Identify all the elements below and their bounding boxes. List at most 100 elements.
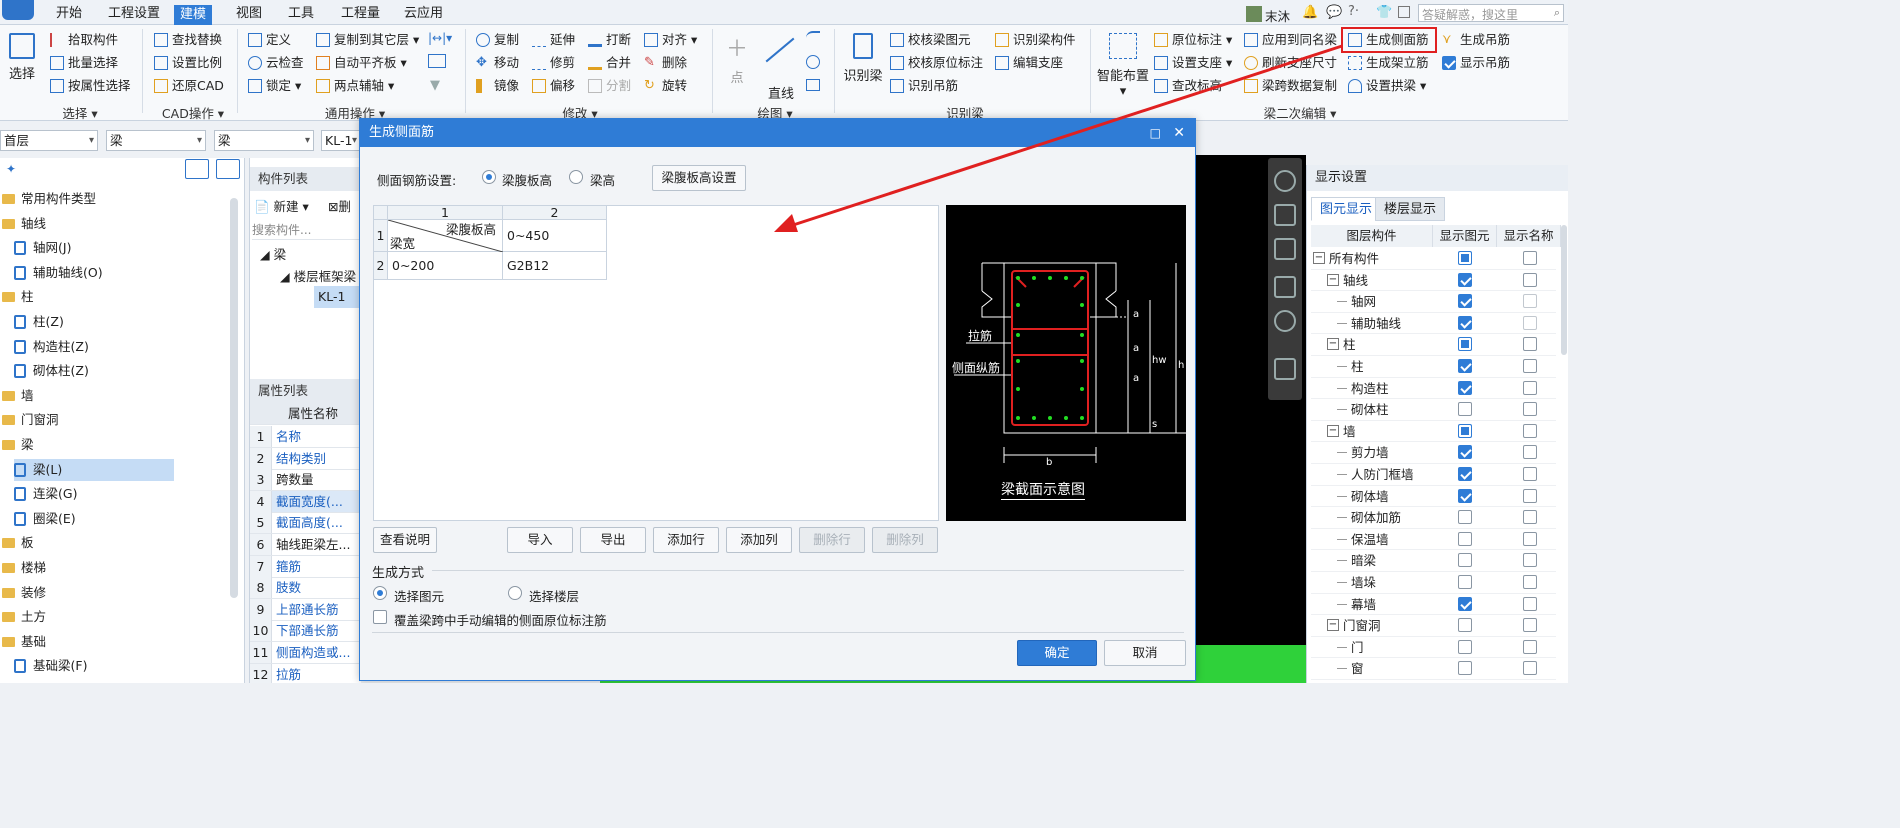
show-name-checkbox[interactable] [1523, 488, 1537, 503]
tree-item[interactable]: 连梁(G) [14, 483, 77, 505]
apply-same-name-beam-button[interactable]: 应用到同名梁 [1242, 29, 1337, 51]
show-element-checkbox[interactable] [1458, 337, 1472, 352]
extend-button[interactable]: 延伸 [530, 29, 575, 51]
restore-cad-button[interactable]: 还原CAD [152, 75, 224, 97]
cloud-check-button[interactable]: 云检查 [246, 52, 304, 74]
smart-layout-button[interactable]: 智能布置 ▾ [1096, 33, 1150, 99]
copy-to-other-floor-button[interactable]: 复制到其它层 ▾ [314, 29, 419, 51]
tree-item[interactable]: 基础梁(F) [14, 655, 87, 677]
tree-node-beam[interactable]: ◢ 梁 [260, 244, 286, 263]
list-view-icon[interactable] [185, 159, 209, 179]
tree-folder[interactable]: 柱 [2, 286, 34, 308]
circle-icon[interactable] [806, 55, 820, 69]
new-component-button[interactable]: 📄 新建 ▾ [254, 196, 309, 215]
show-name-checkbox[interactable] [1523, 531, 1537, 546]
show-element-checkbox[interactable] [1458, 596, 1472, 611]
set-support-button[interactable]: 设置支座 ▾ [1152, 52, 1232, 74]
show-element-checkbox[interactable] [1458, 315, 1472, 330]
tree-folder[interactable]: 板 [2, 532, 34, 554]
property-row[interactable]: 11 侧面构造或... [250, 642, 362, 664]
tree-item[interactable]: 砌体柱(Z) [14, 360, 89, 382]
tree-item[interactable]: 柱(Z) [14, 311, 64, 333]
recognize-beam-component-button[interactable]: 识别梁构件 [993, 29, 1076, 51]
category-selector[interactable]: 梁 [106, 130, 206, 151]
tree-item[interactable]: 辅助轴线(O) [14, 262, 103, 284]
rotate-view-icon[interactable] [1274, 310, 1296, 332]
check-elevation-button[interactable]: 查改标高 [1152, 75, 1222, 97]
tree-folder[interactable]: 轴线 [2, 213, 46, 235]
show-name-checkbox[interactable] [1523, 467, 1537, 481]
tree-folder[interactable]: 梁 [2, 434, 34, 456]
show-element-checkbox[interactable] [1458, 272, 1472, 287]
show-element-checkbox[interactable] [1458, 380, 1472, 395]
grid-view-icon[interactable] [1274, 358, 1296, 380]
export-button[interactable]: 导出 [580, 527, 646, 553]
show-name-checkbox[interactable] [1523, 445, 1537, 460]
define-button[interactable]: 定义 [246, 29, 291, 51]
radio-web-height[interactable] [482, 170, 496, 184]
import-button[interactable]: 导入 [507, 527, 573, 553]
user-avatar[interactable] [1246, 6, 1262, 22]
recognize-beam-button[interactable]: 识别梁 [840, 33, 886, 84]
generate-hanger-button[interactable]: ⋎ 生成吊筋 [1440, 29, 1510, 51]
collapse-toggle-icon[interactable]: − [1327, 338, 1339, 351]
modify-group-label[interactable]: 修改 ▾ [540, 103, 620, 121]
show-name-checkbox[interactable] [1523, 337, 1537, 352]
lock-button[interactable]: 锁定 ▾ [246, 75, 301, 97]
collapse-toggle-icon[interactable]: − [1327, 424, 1339, 437]
line-button[interactable]: 直线 [762, 33, 800, 102]
menu-view[interactable]: 视图 [230, 4, 268, 24]
pin-icon[interactable]: ✦ [6, 162, 16, 176]
close-icon[interactable]: ✕ [1173, 119, 1185, 147]
split-button[interactable]: 分割 [586, 75, 631, 97]
refresh-support-size-button[interactable]: 刷新支座尺寸 [1242, 52, 1337, 74]
component-selector[interactable]: KL-1 [321, 130, 361, 151]
show-name-checkbox[interactable] [1523, 510, 1537, 525]
tree-folder[interactable]: 门窗洞 [2, 409, 59, 431]
dimension-icon[interactable]: |↔|▾ [428, 31, 452, 45]
show-name-checkbox[interactable] [1523, 315, 1537, 330]
cad-group-label[interactable]: CAD操作 ▾ [148, 103, 238, 121]
tree-folder[interactable]: 墙 [2, 385, 34, 407]
tree-folder[interactable]: 土方 [2, 606, 46, 628]
select-big-button[interactable]: 选择 [4, 33, 40, 82]
property-row[interactable]: 12 拉筋 [250, 663, 362, 683]
property-row[interactable]: 4 截面宽度(... [250, 490, 362, 513]
menu-tools[interactable]: 工具 [282, 4, 320, 24]
show-name-checkbox[interactable] [1523, 272, 1537, 287]
radio-select-floor[interactable] [508, 586, 522, 600]
show-element-checkbox[interactable] [1458, 510, 1472, 525]
check-beam-element-button[interactable]: 校核梁图元 [888, 29, 971, 51]
help-icon[interactable]: ?· [1348, 4, 1359, 19]
detail-view-icon[interactable] [216, 159, 240, 179]
cancel-button[interactable]: 取消 [1104, 640, 1186, 666]
property-row[interactable]: 10 下部通长筋 [250, 620, 362, 643]
show-element-checkbox[interactable] [1458, 488, 1472, 503]
delete-column-button[interactable]: 删除列 [872, 527, 938, 553]
property-row[interactable]: 3 跨数量 [250, 469, 362, 492]
table-cell-r2c1[interactable]: 0~200 [388, 252, 503, 280]
property-row[interactable]: 5 截面高度(... [250, 512, 362, 535]
show-element-checkbox[interactable] [1458, 467, 1472, 481]
delete-component-button[interactable]: ⊠删 [328, 196, 351, 215]
show-element-checkbox[interactable] [1458, 661, 1472, 676]
tree-folder[interactable]: 基础 [2, 631, 46, 653]
sphere-view-icon[interactable] [1274, 170, 1296, 192]
tab-floor-display[interactable]: 楼层显示 [1375, 197, 1446, 221]
show-name-checkbox[interactable] [1523, 639, 1537, 654]
recognize-hanger-button[interactable]: 识别吊筋 [888, 75, 958, 97]
show-name-checkbox[interactable] [1523, 294, 1537, 309]
floor-selector[interactable]: 首层 [0, 130, 98, 151]
copy-button[interactable]: 复制 [474, 29, 519, 51]
show-name-checkbox[interactable] [1523, 553, 1537, 568]
in-situ-label-button[interactable]: 原位标注 ▾ [1152, 29, 1232, 51]
span-data-copy-button[interactable]: 梁跨数据复制 [1242, 75, 1337, 97]
maximize-icon[interactable]: □ [1150, 119, 1161, 147]
generate-erection-rebar-button[interactable]: 生成架立筋 [1346, 52, 1429, 74]
common-group-label[interactable]: 通用操作 ▾ [300, 103, 410, 121]
draw-group-label[interactable]: 绘图 ▾ [740, 103, 810, 121]
view-3d-icon[interactable] [1274, 204, 1296, 226]
break-button[interactable]: 打断 [586, 29, 631, 51]
tree-folder[interactable]: 装修 [2, 582, 46, 604]
menu-modeling[interactable]: 建模 [174, 5, 213, 25]
